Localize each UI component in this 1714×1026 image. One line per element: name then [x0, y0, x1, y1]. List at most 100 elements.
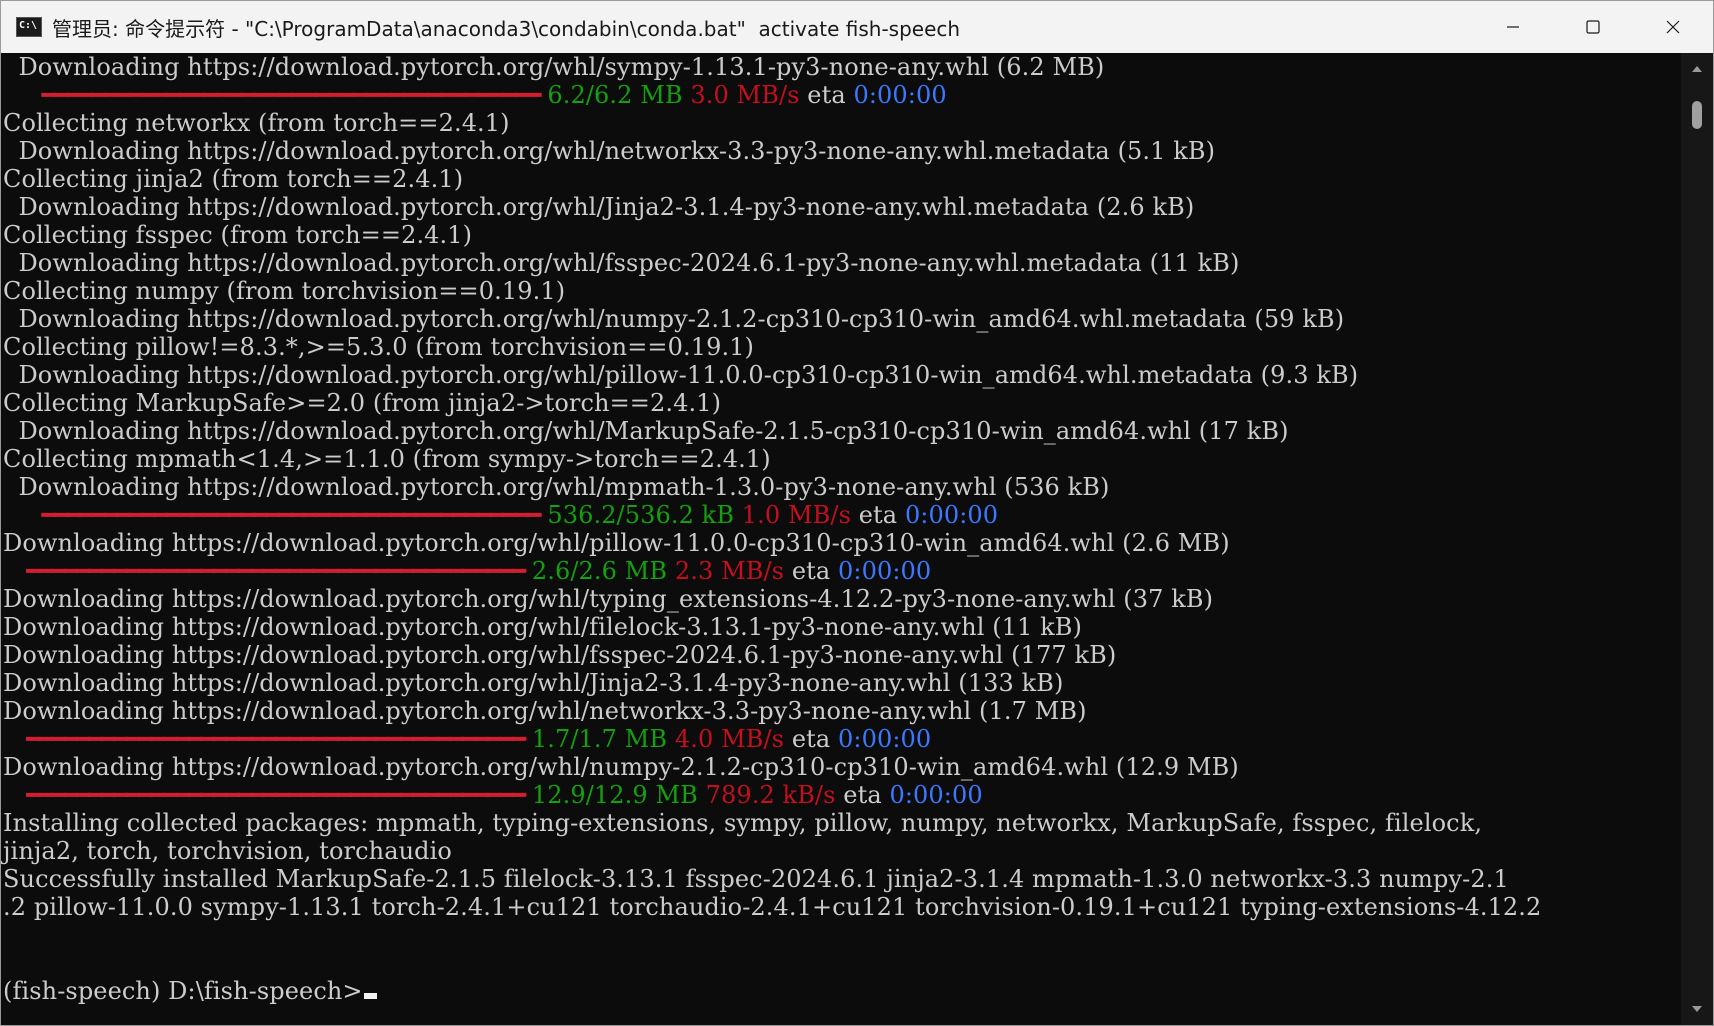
- terminal-line: ━━━━━━━━━━━━━━━━━━━━━━━━━━━━━━━━━━━━━━━━…: [3, 781, 1541, 809]
- terminal-line: Downloading https://download.pytorch.org…: [3, 417, 1541, 445]
- terminal-text: 536.2/536.2 kB: [539, 501, 735, 529]
- terminal-text: 1.0 MB/s: [734, 501, 852, 529]
- terminal-text: Collecting numpy (from torchvision==0.19…: [3, 277, 566, 305]
- cmd-icon-label: C:\: [19, 20, 38, 31]
- close-icon: [1666, 20, 1680, 34]
- window-controls: [1473, 1, 1713, 53]
- terminal-text: Downloading https://download.pytorch.org…: [3, 585, 1214, 613]
- scroll-up-arrow-icon: [1692, 66, 1702, 72]
- terminal-text: Successfully installed MarkupSafe-2.1.5 …: [3, 865, 1509, 893]
- terminal-text: eta: [851, 501, 905, 529]
- terminal-line: Collecting networkx (from torch==2.4.1): [3, 109, 1541, 137]
- window-title: 管理员: 命令提示符 - "C:\ProgramData\anaconda3\c…: [52, 16, 961, 41]
- terminal-text: Collecting jinja2 (from torch==2.4.1): [3, 165, 464, 193]
- terminal-text: .2 pillow-11.0.0 sympy-1.13.1 torch-2.4.…: [3, 893, 1542, 921]
- terminal-line: Downloading https://download.pytorch.org…: [3, 613, 1541, 641]
- scroll-thumb[interactable]: [1692, 101, 1702, 129]
- terminal-line: ━━━━━━━━━━━━━━━━━━━━━━━━━━━━━━━━━━━━━━━━…: [3, 725, 1541, 753]
- minimize-icon: [1507, 26, 1519, 28]
- terminal-text: Downloading https://download.pytorch.org…: [3, 473, 1110, 501]
- terminal-text: 4.0 MB/s: [667, 725, 785, 753]
- progress-bar: ━━━━━━━━━━━━━━━━━━━━━━━━━━━━━━━━━━━━━━━━: [41, 501, 542, 529]
- terminal-output[interactable]: Downloading https://download.pytorch.org…: [1, 53, 1681, 1025]
- terminal-text: Collecting networkx (from torch==2.4.1): [3, 109, 510, 137]
- terminal-text: Collecting pillow!=8.3.*,>=5.3.0 (from t…: [3, 333, 755, 361]
- close-button[interactable]: [1633, 1, 1713, 53]
- terminal-line: Downloading https://download.pytorch.org…: [3, 641, 1541, 669]
- terminal-line: Downloading https://download.pytorch.org…: [3, 669, 1541, 697]
- terminal-text: 3.0 MB/s: [682, 81, 800, 109]
- terminal-text: Collecting mpmath<1.4,>=1.1.0 (from symp…: [3, 445, 771, 473]
- terminal-line: Collecting fsspec (from torch==2.4.1): [3, 221, 1541, 249]
- terminal-line: Downloading https://download.pytorch.org…: [3, 753, 1541, 781]
- terminal-line: ━━━━━━━━━━━━━━━━━━━━━━━━━━━━━━━━━━━━━━━━…: [3, 557, 1541, 585]
- terminal-text: Downloading https://download.pytorch.org…: [3, 641, 1117, 669]
- terminal-text: 2.6/2.6 MB: [524, 557, 668, 585]
- terminal-line: Collecting mpmath<1.4,>=1.1.0 (from symp…: [3, 445, 1541, 473]
- terminal-line: Downloading https://download.pytorch.org…: [3, 585, 1541, 613]
- title-bar[interactable]: C:\ 管理员: 命令提示符 - "C:\ProgramData\anacond…: [1, 1, 1713, 53]
- terminal-line: jinja2, torch, torchvision, torchaudio: [3, 837, 1541, 865]
- terminal-text: 0:00:00: [853, 81, 947, 109]
- terminal-line: Downloading https://download.pytorch.org…: [3, 137, 1541, 165]
- terminal-line: Downloading https://download.pytorch.org…: [3, 53, 1541, 81]
- terminal-line: Downloading https://download.pytorch.org…: [3, 249, 1541, 277]
- terminal-text: Installing collected packages: mpmath, t…: [3, 809, 1483, 837]
- terminal-text: Downloading https://download.pytorch.org…: [3, 53, 1105, 81]
- command-prompt-window: C:\ 管理员: 命令提示符 - "C:\ProgramData\anacond…: [0, 0, 1714, 1026]
- terminal-text: Downloading https://download.pytorch.org…: [3, 529, 1230, 557]
- terminal-text: 0:00:00: [889, 781, 983, 809]
- terminal-line: Downloading https://download.pytorch.org…: [3, 697, 1541, 725]
- terminal-text: Downloading https://download.pytorch.org…: [3, 193, 1195, 221]
- terminal-line: Collecting pillow!=8.3.*,>=5.3.0 (from t…: [3, 333, 1541, 361]
- terminal-text: eta: [784, 725, 839, 753]
- terminal-text: 12.9/12.9 MB: [524, 781, 698, 809]
- terminal-text: eta: [799, 81, 854, 109]
- terminal-text: Downloading https://download.pytorch.org…: [3, 613, 1082, 641]
- prompt-line[interactable]: (fish-speech) D:\fish-speech>: [3, 977, 1541, 1005]
- terminal-text: 6.2/6.2 MB: [539, 81, 683, 109]
- scroll-down-button[interactable]: [1681, 995, 1713, 1023]
- terminal-line: Installing collected packages: mpmath, t…: [3, 809, 1541, 837]
- terminal-line: ━━━━━━━━━━━━━━━━━━━━━━━━━━━━━━━━━━━━━━━━…: [3, 501, 1541, 529]
- terminal-text: Downloading https://download.pytorch.org…: [3, 697, 1087, 725]
- terminal-text: jinja2, torch, torchvision, torchaudio: [3, 837, 452, 865]
- terminal-line: .2 pillow-11.0.0 sympy-1.13.1 torch-2.4.…: [3, 893, 1541, 921]
- scroll-up-button[interactable]: [1681, 55, 1713, 83]
- terminal-text: Collecting MarkupSafe>=2.0 (from jinja2-…: [3, 389, 722, 417]
- command-prompt: (fish-speech) D:\fish-speech>: [3, 977, 363, 1005]
- cmd-icon: C:\: [16, 17, 42, 37]
- maximize-button[interactable]: [1553, 1, 1633, 53]
- progress-bar: ━━━━━━━━━━━━━━━━━━━━━━━━━━━━━━━━━━━━━━━━: [26, 557, 526, 585]
- terminal-text: Downloading https://download.pytorch.org…: [3, 669, 1064, 697]
- terminal-text: Collecting fsspec (from torch==2.4.1): [3, 221, 473, 249]
- minimize-button[interactable]: [1473, 1, 1553, 53]
- progress-bar: ━━━━━━━━━━━━━━━━━━━━━━━━━━━━━━━━━━━━━━━━: [41, 81, 542, 109]
- terminal-line: Downloading https://download.pytorch.org…: [3, 193, 1541, 221]
- terminal-line: Downloading https://download.pytorch.org…: [3, 305, 1541, 333]
- terminal-text: Downloading https://download.pytorch.org…: [3, 249, 1240, 277]
- terminal-line: ━━━━━━━━━━━━━━━━━━━━━━━━━━━━━━━━━━━━━━━━…: [3, 81, 1541, 109]
- terminal-text: Downloading https://download.pytorch.org…: [3, 417, 1289, 445]
- terminal-lines: Downloading https://download.pytorch.org…: [3, 53, 1541, 1005]
- vertical-scrollbar[interactable]: [1681, 53, 1713, 1025]
- terminal-text: 0:00:00: [904, 501, 999, 529]
- terminal-text: eta: [835, 781, 890, 809]
- terminal-text: Downloading https://download.pytorch.org…: [3, 753, 1239, 781]
- text-cursor: [363, 993, 377, 999]
- terminal-line: Downloading https://download.pytorch.org…: [3, 361, 1541, 389]
- scroll-down-arrow-icon: [1692, 1006, 1702, 1012]
- terminal-text: 0:00:00: [838, 725, 932, 753]
- terminal-line: Collecting jinja2 (from torch==2.4.1): [3, 165, 1541, 193]
- terminal-line: Collecting MarkupSafe>=2.0 (from jinja2-…: [3, 389, 1541, 417]
- terminal-line: Successfully installed MarkupSafe-2.1.5 …: [3, 865, 1541, 893]
- progress-bar: ━━━━━━━━━━━━━━━━━━━━━━━━━━━━━━━━━━━━━━━━: [26, 725, 526, 753]
- terminal-text: 789.2 kB/s: [697, 781, 836, 809]
- terminal-text: 0:00:00: [838, 557, 932, 585]
- terminal-text: Downloading https://download.pytorch.org…: [3, 137, 1216, 165]
